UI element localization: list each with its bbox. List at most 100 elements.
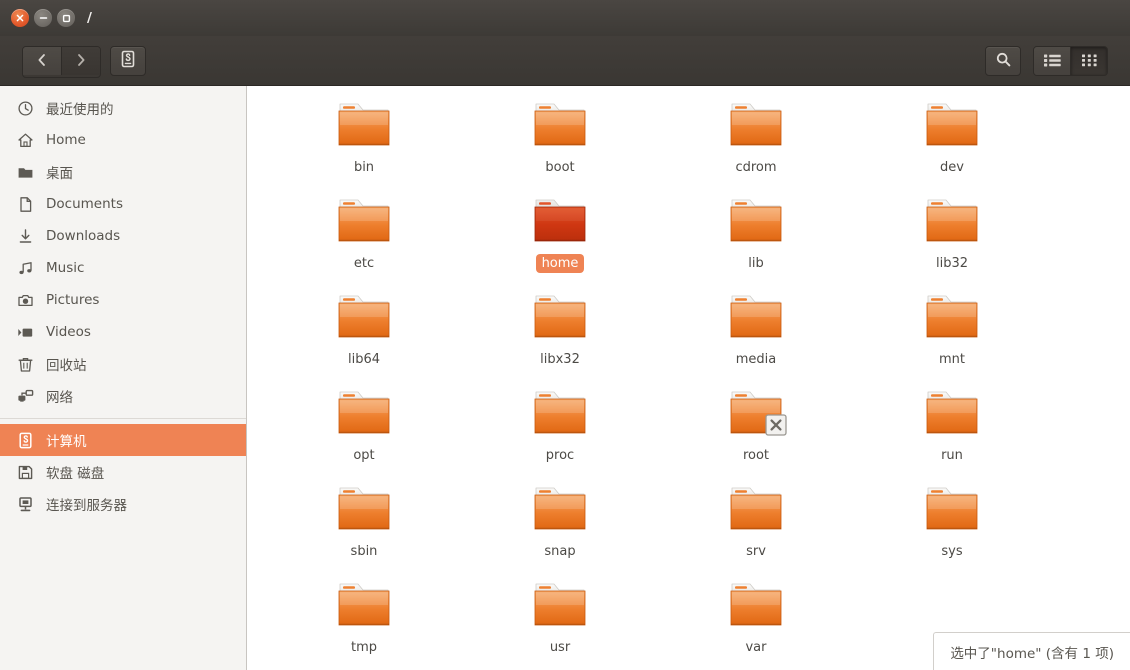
file-label: mnt	[939, 352, 965, 367]
file-icon-grid: bin boot cdrom dev etc home lib lib32 lib64 libx3…	[248, 86, 1050, 670]
list-view-icon	[1043, 52, 1061, 71]
file-item-var[interactable]: var	[658, 574, 854, 670]
file-label: libx32	[540, 352, 580, 367]
file-item-root[interactable]: root	[658, 382, 854, 478]
toolbar-right-group	[985, 46, 1108, 76]
navigation-buttons	[22, 46, 101, 78]
file-label: srv	[746, 544, 766, 559]
sidebar-item-videos[interactable]: Videos	[0, 316, 246, 348]
computer-icon	[119, 50, 137, 72]
sidebar-item-label: Home	[46, 132, 86, 148]
file-item-media[interactable]: media	[658, 286, 854, 382]
folder-icon	[528, 482, 592, 538]
file-item-tmp[interactable]: tmp	[266, 574, 462, 670]
sidebar-item-软盘-磁盘[interactable]: 软盘 磁盘	[0, 456, 246, 488]
search-button[interactable]	[985, 46, 1021, 76]
folder-icon	[332, 98, 396, 154]
file-label: etc	[353, 256, 375, 271]
status-text: 选中了"home" (含有 1 项)	[950, 645, 1114, 662]
view-mode-toggle	[1033, 46, 1108, 76]
file-item-opt[interactable]: opt	[266, 382, 462, 478]
file-label: cdrom	[735, 160, 777, 175]
home-icon	[14, 131, 36, 149]
folder-icon	[332, 482, 396, 538]
folder-icon	[14, 163, 36, 181]
file-item-home[interactable]: home	[462, 190, 658, 286]
file-manager-window: / 最近使用的 Home 桌面 Documents Downloads Musi…	[0, 0, 1130, 670]
file-item-proc[interactable]: proc	[462, 382, 658, 478]
file-item-etc[interactable]: etc	[266, 190, 462, 286]
file-label: usr	[549, 640, 571, 655]
file-label: boot	[545, 160, 575, 175]
folder-icon	[724, 386, 788, 442]
file-item-boot[interactable]: boot	[462, 94, 658, 190]
status-overlay: 选中了"home" (含有 1 项)	[933, 632, 1130, 670]
floppy-disk-icon	[14, 463, 36, 481]
connect-server-icon	[14, 495, 36, 513]
video-icon	[14, 323, 36, 341]
list-view-button[interactable]	[1034, 47, 1070, 75]
file-item-lib32[interactable]: lib32	[854, 190, 1050, 286]
folder-icon	[724, 578, 788, 634]
file-item-sys[interactable]: sys	[854, 478, 1050, 574]
file-label: home	[535, 254, 585, 273]
chevron-right-icon	[75, 52, 87, 71]
file-item-cdrom[interactable]: cdrom	[658, 94, 854, 190]
folder-icon	[332, 578, 396, 634]
folder-icon	[920, 194, 984, 250]
file-label: run	[941, 448, 963, 463]
toolbar	[0, 36, 1130, 86]
maximize-button[interactable]	[57, 9, 75, 27]
sidebar-item-home[interactable]: Home	[0, 124, 246, 156]
access-denied-icon	[765, 414, 787, 436]
file-item-usr[interactable]: usr	[462, 574, 658, 670]
sidebar-item-连接到服务器[interactable]: 连接到服务器	[0, 488, 246, 520]
file-label: tmp	[350, 640, 377, 655]
window-controls	[11, 9, 75, 27]
minimize-button[interactable]	[34, 9, 52, 27]
folder-icon	[332, 194, 396, 250]
sidebar-item-计算机[interactable]: 计算机	[0, 424, 246, 456]
sidebar-item-documents[interactable]: Documents	[0, 188, 246, 220]
file-label: snap	[544, 544, 576, 559]
file-item-bin[interactable]: bin	[266, 94, 462, 190]
sidebar-devices-list: 计算机软盘 磁盘连接到服务器	[0, 424, 246, 520]
sidebar-item-label: Music	[46, 260, 85, 276]
file-item-libx32[interactable]: libx32	[462, 286, 658, 382]
folder-icon	[724, 194, 788, 250]
close-button[interactable]	[11, 9, 29, 27]
folder-icon	[528, 194, 592, 250]
file-item-lib64[interactable]: lib64	[266, 286, 462, 382]
sidebar-item-label: 软盘 磁盘	[46, 466, 105, 482]
sidebar-places-list: 最近使用的 Home 桌面 Documents Downloads Music Pictur…	[0, 92, 246, 412]
folder-icon	[724, 98, 788, 154]
sidebar-item-最近使用的[interactable]: 最近使用的	[0, 92, 246, 124]
file-item-snap[interactable]: snap	[462, 478, 658, 574]
sidebar-item-pictures[interactable]: Pictures	[0, 284, 246, 316]
document-icon	[14, 195, 36, 213]
sidebar-item-回收站[interactable]: 回收站	[0, 348, 246, 380]
sidebar-item-label: Documents	[46, 196, 123, 212]
back-button[interactable]	[23, 47, 61, 75]
file-list-area[interactable]: bin boot cdrom dev etc home lib lib32 lib64 libx3…	[248, 86, 1130, 670]
file-item-run[interactable]: run	[854, 382, 1050, 478]
sidebar-item-桌面[interactable]: 桌面	[0, 156, 246, 188]
folder-icon	[920, 290, 984, 346]
file-item-sbin[interactable]: sbin	[266, 478, 462, 574]
sidebar-item-music[interactable]: Music	[0, 252, 246, 284]
forward-button[interactable]	[61, 47, 100, 75]
file-item-srv[interactable]: srv	[658, 478, 854, 574]
sidebar-item-label: Pictures	[46, 292, 100, 308]
folder-icon	[528, 578, 592, 634]
file-item-lib[interactable]: lib	[658, 190, 854, 286]
location-computer-button[interactable]	[110, 46, 146, 76]
sidebar-item-label: 最近使用的	[46, 102, 114, 118]
sidebar-item-网络[interactable]: 网络	[0, 380, 246, 412]
file-item-dev[interactable]: dev	[854, 94, 1050, 190]
file-label: sys	[941, 544, 963, 559]
sidebar-item-downloads[interactable]: Downloads	[0, 220, 246, 252]
grid-view-button[interactable]	[1070, 47, 1107, 75]
sidebar-item-label: 计算机	[46, 434, 87, 450]
file-item-mnt[interactable]: mnt	[854, 286, 1050, 382]
computer-icon	[14, 431, 36, 449]
